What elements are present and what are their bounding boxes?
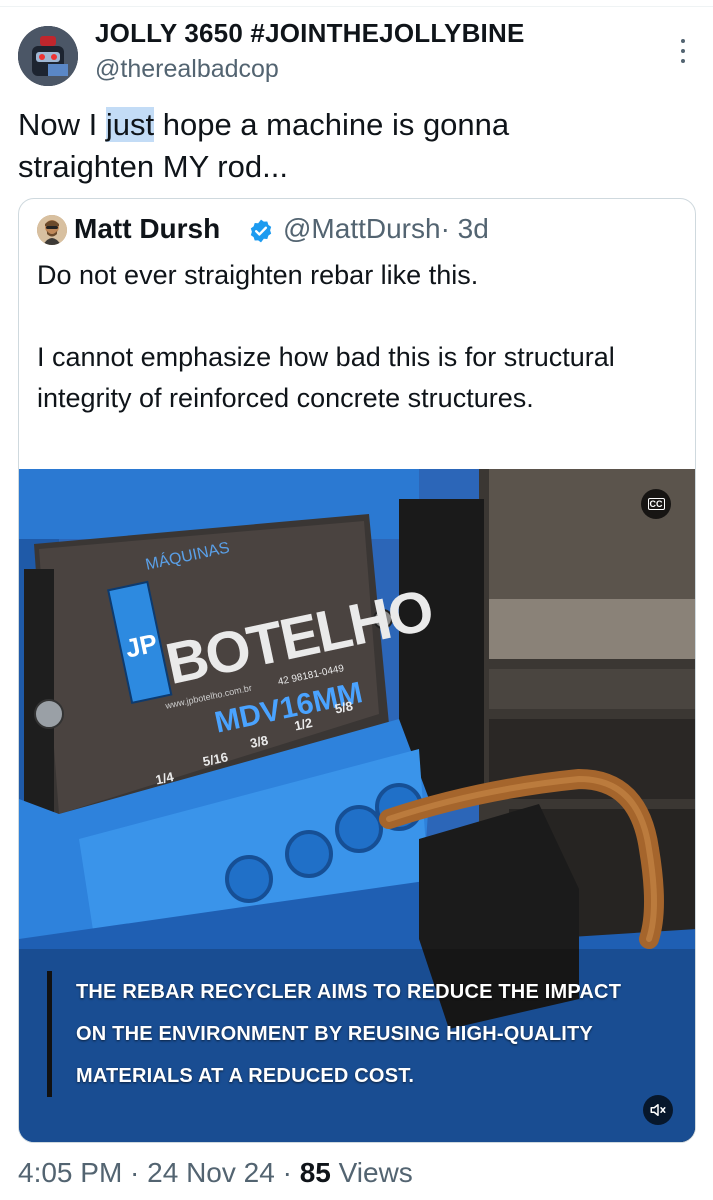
tweet-metadata: 4:05 PM · 24 Nov 24 · 85 Views <box>18 1157 413 1189</box>
quoted-tweet-card[interactable]: Matt Dursh @MattDursh· 3d Do not ever st… <box>18 198 696 1143</box>
person-avatar-icon <box>37 215 67 245</box>
author-display-name[interactable]: JOLLY 3650 #JOINTHEJOLLYBINE <box>95 18 524 49</box>
more-dot-icon <box>681 39 685 43</box>
views-label: Views <box>330 1157 413 1188</box>
more-options-button[interactable] <box>671 36 695 66</box>
robot-avatar-icon <box>18 26 78 86</box>
more-dot-icon <box>681 49 685 53</box>
tweet-text-segment: Now I <box>18 107 106 142</box>
tweet-timestamp[interactable]: 4:05 PM · 24 Nov 24 · <box>18 1157 300 1188</box>
more-dot-icon <box>681 59 685 63</box>
quoted-tweet-age: · 3d <box>440 213 489 244</box>
author-avatar[interactable] <box>18 26 78 86</box>
video-player[interactable]: MÁQUINAS JP BOTELHO www.jpbotelho.com.br… <box>19 469 695 1142</box>
caption-line: MATERIALS AT A REDUCED COST. <box>76 1065 415 1087</box>
muted-speaker-icon <box>650 1104 666 1116</box>
caption-line: THE REBAR RECYCLER AIMS TO REDUCE THE IM… <box>76 981 622 1003</box>
closed-captions-button[interactable]: CC <box>641 489 671 519</box>
tweet-text: Now I just hope a machine is gonna strai… <box>18 104 688 188</box>
author-handle[interactable]: @therealbadcop <box>95 55 279 84</box>
quoted-tweet-paragraph: Do not ever straighten rebar like this. <box>37 260 479 290</box>
quoted-author-avatar[interactable] <box>37 215 67 245</box>
video-caption: THE REBAR RECYCLER AIMS TO REDUCE THE IM… <box>47 971 622 1097</box>
quoted-author-handle: @MattDursh <box>283 213 441 244</box>
views-count: 85 <box>299 1157 331 1188</box>
closed-captions-icon: CC <box>647 498 665 510</box>
quoted-author-name[interactable]: Matt Dursh <box>74 213 220 245</box>
quoted-author-handle-and-age[interactable]: @MattDursh· 3d <box>283 213 489 245</box>
quoted-tweet-text: Do not ever straighten rebar like this. … <box>37 255 687 419</box>
tweet-text-segment: hope a machine is gonna <box>154 107 510 142</box>
top-divider <box>0 6 713 7</box>
tweet-text-segment: straighten MY rod... <box>18 149 288 184</box>
quoted-tweet-paragraph: I cannot emphasize how bad this is for s… <box>37 342 615 413</box>
selected-text: just <box>105 107 155 142</box>
caption-line: ON THE ENVIRONMENT BY REUSING HIGH-QUALI… <box>76 1023 593 1045</box>
unmute-button[interactable] <box>643 1095 673 1125</box>
verified-badge-icon <box>250 219 272 243</box>
